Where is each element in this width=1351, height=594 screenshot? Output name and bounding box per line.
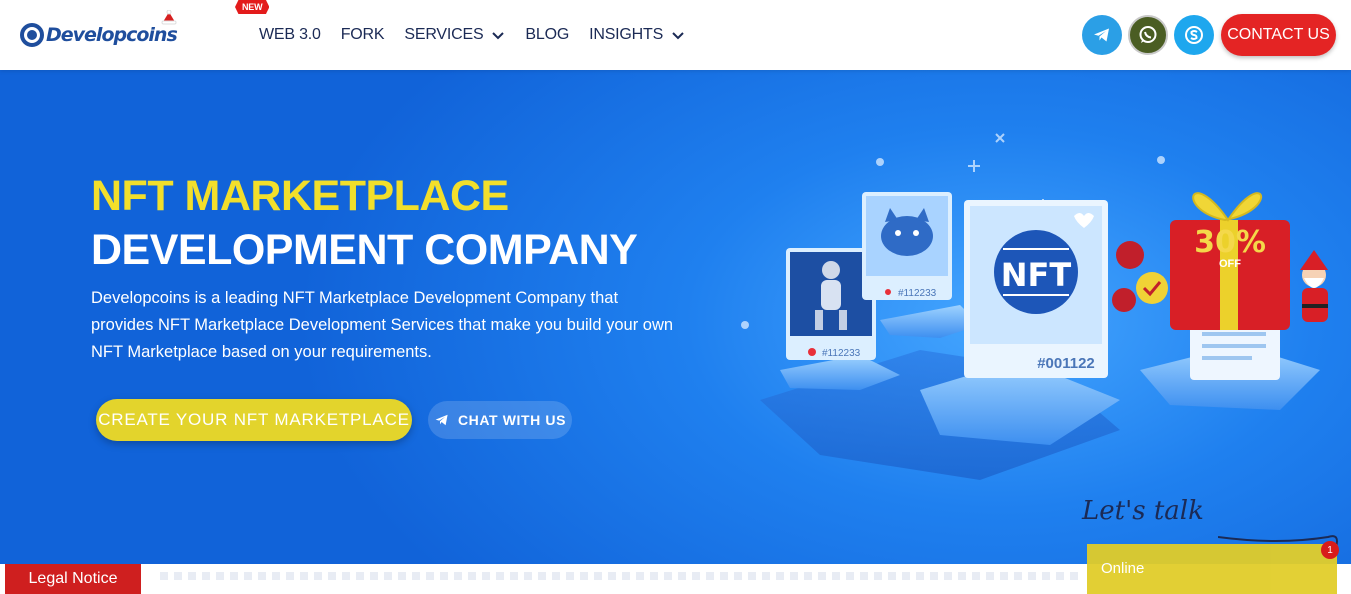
- logo-text: Developcoins: [46, 24, 178, 46]
- cat-card-id: #112233: [898, 288, 937, 299]
- main-card-id: #001122: [1037, 355, 1095, 372]
- create-nft-marketplace-button[interactable]: CREATE YOUR NFT MARKETPLACE: [96, 399, 412, 441]
- hero-description: Developcoins is a leading NFT Marketplac…: [91, 289, 674, 361]
- chat-widget-online[interactable]: Online: [1087, 544, 1337, 594]
- nav-item-fork[interactable]: FORK: [341, 26, 385, 44]
- whatsapp-button[interactable]: [1128, 15, 1168, 55]
- chevron-down-icon: [672, 32, 684, 40]
- logo-mark-icon: [20, 23, 44, 47]
- hero-title-line2: DEVELOPMENT COMPANY: [91, 226, 638, 274]
- whatsapp-icon: [1139, 26, 1157, 43]
- chat-with-us-label: CHAT WITH US: [457, 412, 567, 428]
- chat-status-label: Online: [1101, 560, 1145, 577]
- nav-item-blog[interactable]: BLOG: [525, 26, 569, 44]
- gift-offer-off: OFF: [1219, 258, 1241, 270]
- gift-offer-percent: 30%: [1194, 225, 1266, 260]
- new-badge: NEW: [235, 0, 270, 14]
- telegram-icon: [1094, 28, 1109, 42]
- skype-icon: [1185, 26, 1203, 44]
- contact-us-button[interactable]: CONTACT US: [1221, 14, 1336, 56]
- telegram-button[interactable]: [1082, 15, 1122, 55]
- nav-item-services[interactable]: SERVICES: [404, 26, 505, 44]
- nft-main-label: NFT: [1001, 256, 1072, 294]
- partner-logos-row: [160, 572, 1080, 580]
- red-robot-decorations: [1112, 241, 1168, 312]
- developcoins-logo[interactable]: Developcoins: [20, 10, 178, 52]
- chat-notification-badge: 1: [1321, 541, 1339, 559]
- nft-card-cat: #112233: [862, 192, 952, 300]
- site-header: Developcoins NEW WEB 3.0 FORK SERVICES B…: [0, 0, 1351, 70]
- nft-illustration: #112233 #112233 NFT #001122 30% OFF: [741, 133, 1328, 480]
- nav-item-label: INSIGHTS: [589, 26, 664, 43]
- chat-with-us-button[interactable]: CHAT WITH US: [428, 401, 572, 439]
- main-nav: NEW WEB 3.0 FORK SERVICES BLOG INSIGHTS: [235, 0, 705, 70]
- nav-item-label: BLOG: [525, 26, 570, 43]
- skype-button[interactable]: [1174, 15, 1214, 55]
- nav-item-web3[interactable]: NEW WEB 3.0: [235, 0, 321, 44]
- gift-box-offer: 30% OFF: [1170, 192, 1290, 330]
- nav-item-insights[interactable]: INSIGHTS: [589, 26, 685, 44]
- nft-card-main: NFT #001122: [964, 200, 1108, 378]
- santa-figure: [1300, 250, 1328, 322]
- lets-talk-label: Let's talk: [1082, 496, 1204, 526]
- legal-notice-button[interactable]: Legal Notice: [5, 564, 141, 594]
- robot-card-id: #112233: [822, 348, 861, 359]
- nav-item-label: WEB 3.0: [259, 26, 321, 43]
- hero-section: NFT MARKETPLACE DEVELOPMENT COMPANY Deve…: [0, 70, 1351, 564]
- chevron-down-icon: [492, 32, 505, 40]
- hero-title-line1: NFT MARKETPLACE: [91, 172, 509, 220]
- nav-item-label: SERVICES: [404, 26, 484, 43]
- santa-hat-icon: [161, 10, 177, 25]
- page: Developcoins NEW WEB 3.0 FORK SERVICES B…: [0, 0, 1351, 594]
- telegram-icon: [435, 414, 448, 426]
- nav-item-label: FORK: [340, 26, 385, 43]
